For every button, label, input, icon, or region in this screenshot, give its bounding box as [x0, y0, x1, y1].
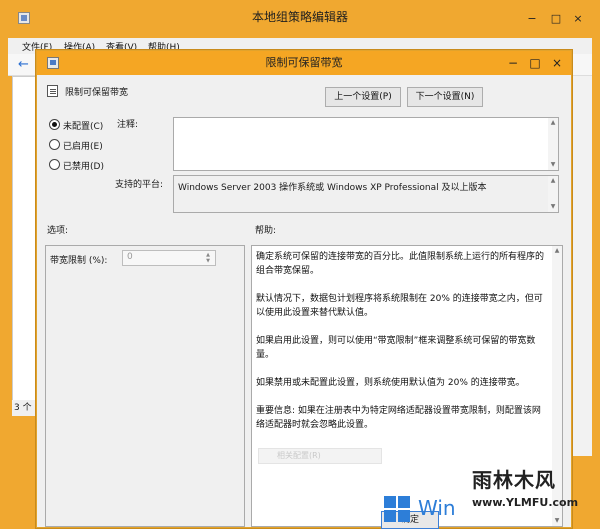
- radio-unselected-icon: [49, 159, 60, 170]
- next-setting-button[interactable]: 下一个设置(N): [407, 87, 483, 107]
- dialog-minimize-button[interactable]: −: [503, 55, 523, 71]
- radio-disabled[interactable]: 已禁用(D): [49, 159, 104, 173]
- windows-logo-icon: [384, 496, 412, 524]
- help-text: 确定系统可保留的连接带宽的百分比。此值限制系统上运行的所有程序的组合带宽保留。 …: [256, 250, 546, 446]
- maximize-button[interactable]: □: [546, 12, 566, 26]
- close-button[interactable]: ×: [568, 12, 588, 26]
- dialog-title: 限制可保留带宽: [265, 56, 343, 69]
- back-arrow-icon[interactable]: ←: [18, 58, 34, 72]
- site-name: 雨林木风: [472, 468, 556, 492]
- help-paragraph: 如果禁用或未配置此设置，则系统使用默认值为 20% 的连接带宽。: [256, 378, 525, 388]
- site-watermark: 雨林木风 www.YLMFU.com: [468, 462, 600, 528]
- radio-selected-icon: [49, 119, 60, 130]
- bandwidth-limit-value: 0: [127, 252, 133, 262]
- radio-label: 已禁用(D): [63, 162, 104, 172]
- options-label: 选项:: [47, 226, 69, 236]
- policy-name: 限制可保留带宽: [65, 88, 129, 98]
- radio-unselected-icon: [49, 139, 60, 150]
- parent-window-title: 本地组策略编辑器: [251, 10, 348, 24]
- radio-label: 已启用(E): [63, 142, 103, 152]
- comment-scrollbar[interactable]: ▲ ▼: [548, 118, 558, 170]
- scroll-up-icon[interactable]: ▲: [548, 118, 558, 128]
- supported-platform-box: Windows Server 2003 操作系统或 Windows XP Pro…: [173, 175, 559, 213]
- options-pane: 带宽限制 (%): 0 ▲ ▼: [45, 245, 245, 527]
- scroll-up-icon[interactable]: ▲: [552, 246, 562, 256]
- help-paragraph: 确定系统可保留的连接带宽的百分比。此值限制系统上运行的所有程序的组合带宽保留。: [256, 252, 545, 276]
- bandwidth-limit-label: 带宽限制 (%):: [50, 256, 108, 266]
- help-paragraph: 如果启用此设置，则可以使用“带宽限制”框来调整系统可保留的带宽数量。: [256, 336, 536, 360]
- radio-not-configured[interactable]: 未配置(C): [49, 119, 103, 133]
- policy-dialog: 限制可保留带宽 − □ × 限制可保留带宽 上一个设置(P) 下一个设置(N) …: [36, 50, 572, 529]
- comment-textarea[interactable]: ▲ ▼: [173, 117, 559, 171]
- help-paragraph: 重要信息: 如果在注册表中为特定网络适配器设置带宽限制，则配置该网络适配器时就会…: [256, 406, 541, 430]
- comment-label: 注释:: [117, 120, 139, 130]
- scroll-down-icon[interactable]: ▼: [548, 160, 558, 170]
- dialog-maximize-button[interactable]: □: [525, 55, 545, 71]
- spin-arrows-icon[interactable]: ▲ ▼: [203, 252, 213, 264]
- scroll-up-icon[interactable]: ▲: [548, 176, 558, 186]
- radio-enabled[interactable]: 已启用(E): [49, 139, 103, 153]
- windows-word: Win: [418, 496, 456, 520]
- bandwidth-limit-stepper[interactable]: 0 ▲ ▼: [122, 250, 216, 266]
- supported-platform-value: Windows Server 2003 操作系统或 Windows XP Pro…: [178, 183, 487, 193]
- platform-scrollbar[interactable]: ▲ ▼: [548, 176, 558, 212]
- help-paragraph: 默认情况下，数据包计划程序将系统限制在 20% 的连接带宽之内，但可以使用此设置…: [256, 294, 543, 318]
- scroll-down-icon[interactable]: ▼: [548, 202, 558, 212]
- dialog-close-button[interactable]: ×: [547, 55, 567, 71]
- faded-related-item: 相关配置(R): [258, 448, 382, 464]
- policy-setting-icon: [47, 85, 58, 97]
- radio-label: 未配置(C): [63, 122, 104, 132]
- site-url: www.YLMFU.com: [472, 496, 579, 509]
- minimize-button[interactable]: −: [522, 12, 542, 26]
- supported-platform-label: 支持的平台:: [115, 180, 164, 190]
- help-label: 帮助:: [255, 226, 277, 236]
- tree-pane[interactable]: [12, 76, 36, 416]
- previous-setting-button[interactable]: 上一个设置(P): [325, 87, 401, 107]
